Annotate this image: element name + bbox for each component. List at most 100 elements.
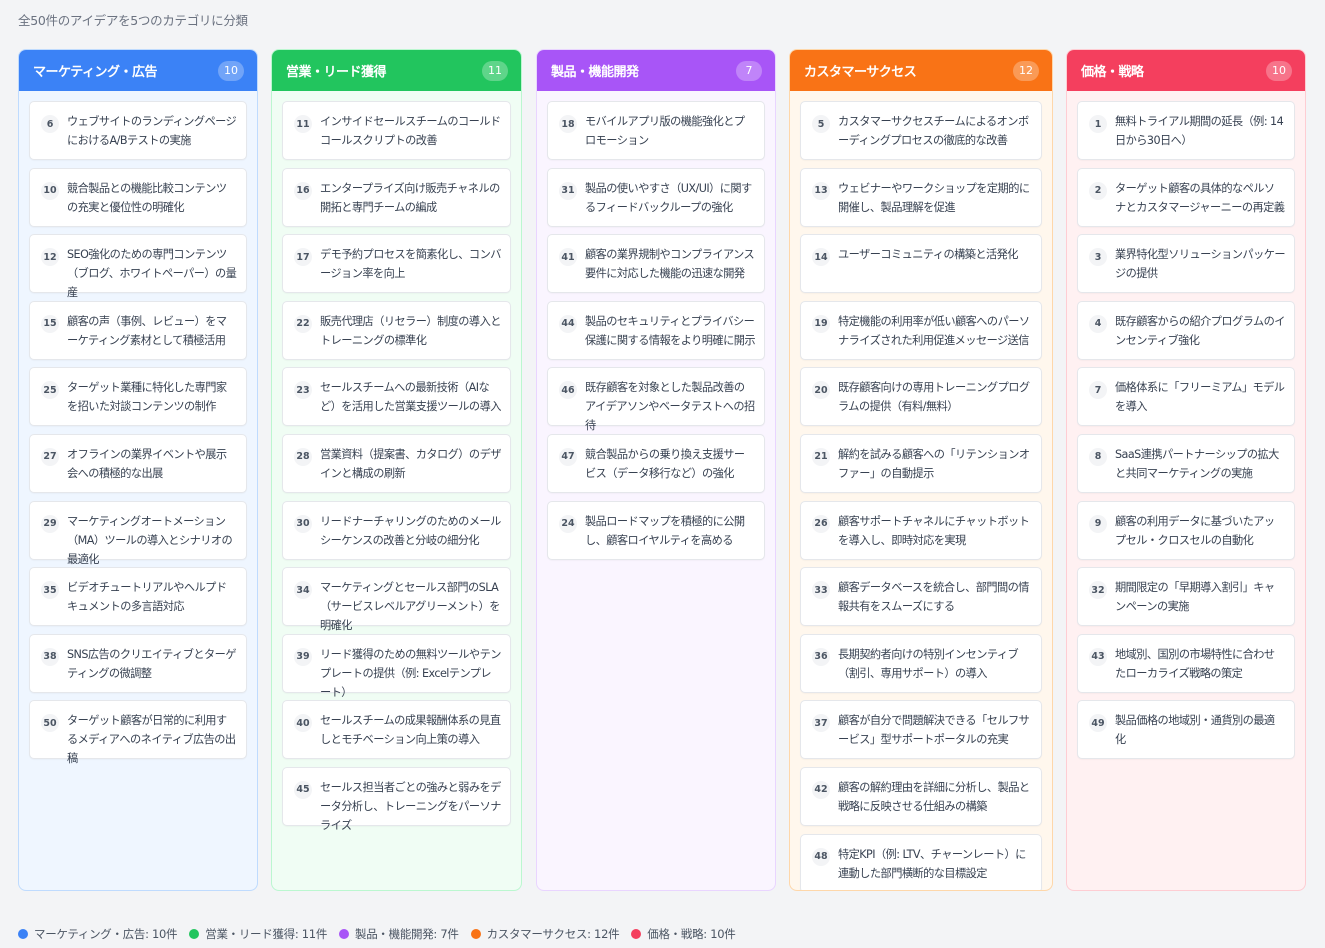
idea-card[interactable]: 19 特定機能の利用率が低い顧客へのパーソナライズされた利用促進メッセージ送信 bbox=[800, 300, 1042, 360]
idea-card[interactable]: 48 特定KPI（例: LTV、チャーンレート）に連動した部門横断的な目標設定 bbox=[800, 833, 1042, 890]
column-count-badge: 10 bbox=[218, 60, 244, 81]
idea-number-badge: 20 bbox=[812, 381, 830, 400]
idea-number-badge: 11 bbox=[294, 115, 312, 133]
idea-number-badge: 32 bbox=[1089, 581, 1107, 600]
idea-card[interactable]: 2 ターゲット顧客の具体的なペルソナとカスタマージャーニーの再定義 bbox=[1077, 167, 1295, 227]
idea-card[interactable]: 44 製品のセキュリティとプライバシー保護に関する情報をより明確に開示 bbox=[547, 300, 765, 360]
column-title: 営業・リード獲得 bbox=[286, 65, 387, 80]
idea-card[interactable]: 34 マーケティングとセールス部門のSLA（サービスレベルアグリーメント）を明確化 bbox=[282, 567, 511, 632]
idea-card[interactable]: 15 顧客の声（事例、レビュー）をマーケティング素材として積極活用 bbox=[29, 300, 247, 360]
column-count-badge: 11 bbox=[482, 60, 508, 81]
idea-card[interactable]: 50 ターゲット顧客が日常的に利用するメディアへのネイティブ広告の出稿 bbox=[29, 700, 247, 765]
column-title: カスタマーサクセス bbox=[804, 65, 917, 80]
idea-card[interactable]: 33 顧客データベースを統合し、部門間の情報共有をスムーズにする bbox=[800, 567, 1042, 627]
idea-card[interactable]: 13 ウェビナーやワークショップを定期的に開催し、製品理解を促進 bbox=[800, 167, 1042, 227]
idea-card[interactable]: 40 セールスチームの成果報酬体系の見直しとモチベーション向上策の導入 bbox=[282, 700, 511, 760]
legend-dot-icon bbox=[470, 929, 481, 939]
idea-card[interactable]: 22 販売代理店（リセラー）制度の導入とトレーニングの標準化 bbox=[282, 300, 511, 360]
idea-card[interactable]: 12 SEO強化のための専門コンテンツ（ブログ、ホワイトペーパー）の量産 bbox=[29, 234, 247, 299]
idea-card[interactable]: 35 ビデオチュートリアルやヘルプドキュメントの多言語対応 bbox=[29, 567, 247, 627]
idea-card[interactable]: 6 ウェブサイトのランディングページにおけるA/Bテストの実施 bbox=[29, 101, 247, 160]
idea-text: 製品価格の地域別・通貨別の最適化 bbox=[1115, 714, 1275, 747]
idea-card[interactable]: 8 SaaS連携パートナーシップの拡大と共同マーケティングの実施 bbox=[1077, 433, 1295, 493]
idea-card[interactable]: 47 競合製品からの乗り換え支援サービス（データ移行など）の強化 bbox=[547, 433, 765, 493]
idea-text: 製品のセキュリティとプライバシー保護に関する情報をより明確に開示 bbox=[585, 314, 756, 347]
idea-number-badge: 39 bbox=[294, 647, 312, 666]
idea-text: 顧客の利用データに基づいたアップセル・クロスセルの自動化 bbox=[1115, 514, 1275, 547]
column-marketing: マーケティング・広告 10 6 ウェブサイトのランディングページにおけるA/Bテストの… bbox=[18, 49, 258, 891]
idea-card[interactable]: 26 顧客サポートチャネルにチャットボットを導入し、即時対応を実現 bbox=[800, 500, 1042, 560]
idea-card[interactable]: 11 インサイドセールスチームのコールドコールスクリプトの改善 bbox=[282, 101, 511, 160]
idea-number-badge: 17 bbox=[294, 248, 312, 267]
idea-text: モバイルアプリ版の機能強化とプロモーション bbox=[585, 115, 745, 147]
idea-text: リードナーチャリングのためのメールシーケンスの改善と分岐の細分化 bbox=[320, 514, 501, 547]
idea-number-badge: 10 bbox=[41, 181, 59, 200]
idea-card[interactable]: 36 長期契約者向けの特別インセンティブ（割引、専用サポート）の導入 bbox=[800, 633, 1042, 693]
idea-number-badge: 43 bbox=[1089, 647, 1107, 666]
idea-card[interactable]: 38 SNS広告のクリエイティブとターゲティングの微調整 bbox=[29, 633, 247, 693]
idea-card[interactable]: 27 オフラインの業界イベントや展示会への積極的な出展 bbox=[29, 433, 247, 493]
idea-card[interactable]: 21 解約を試みる顧客への「リテンションオファー」の自動提示 bbox=[800, 433, 1042, 493]
legend-label: マーケティング・広告: 10件 bbox=[34, 927, 178, 941]
column-header: カスタマーサクセス 12 bbox=[790, 50, 1052, 91]
idea-card[interactable]: 23 セールスチームへの最新技術（AIなど）を活用した営業支援ツールの導入 bbox=[282, 367, 511, 427]
idea-text: 製品の使いやすさ（UX/UI）に関するフィードバックループの強化 bbox=[585, 181, 752, 214]
column-header: 価格・戦略 10 bbox=[1067, 50, 1305, 91]
kanban-board: マーケティング・広告 10 6 ウェブサイトのランディングページにおけるA/Bテストの… bbox=[18, 49, 1308, 891]
idea-card[interactable]: 46 既存顧客を対象とした製品改善のアイデアソンやベータテストへの招待 bbox=[547, 367, 765, 432]
legend-item: カスタマーサクセス: 12件 bbox=[470, 926, 620, 942]
idea-text: インサイドセールスチームのコールドコールスクリプトの改善 bbox=[320, 115, 501, 147]
idea-card[interactable]: 41 顧客の業界規制やコンプライアンス要件に対応した機能の迅速な開発 bbox=[547, 234, 765, 294]
idea-number-badge: 15 bbox=[41, 314, 59, 333]
idea-card[interactable]: 39 リード獲得のための無料ツールやテンプレートの提供（例: Excelテンプレー… bbox=[282, 633, 511, 699]
idea-card[interactable]: 42 顧客の解約理由を詳細に分析し、製品と戦略に反映させる仕組みの構築 bbox=[800, 766, 1042, 826]
idea-card[interactable]: 14 ユーザーコミュニティの構築と活発化 bbox=[800, 234, 1042, 294]
idea-card[interactable]: 25 ターゲット業種に特化した専門家を招いた対談コンテンツの制作 bbox=[29, 367, 247, 427]
idea-card[interactable]: 28 営業資料（提案書、カタログ）のデザインと構成の刷新 bbox=[282, 433, 511, 493]
idea-number-badge: 46 bbox=[559, 381, 577, 400]
column-sales: 営業・リード獲得 11 11 インサイドセールスチームのコールドコールスクリプトの改善… bbox=[271, 49, 522, 891]
idea-number-badge: 3 bbox=[1089, 248, 1107, 267]
idea-number-badge: 40 bbox=[294, 714, 312, 733]
idea-card[interactable]: 30 リードナーチャリングのためのメールシーケンスの改善と分岐の細分化 bbox=[282, 500, 511, 560]
idea-text: 競合製品からの乗り換え支援サービス（データ移行など）の強化 bbox=[585, 447, 745, 480]
idea-card[interactable]: 5 カスタマーサクセスチームによるオンボーディングプロセスの徹底的な改善 bbox=[800, 101, 1042, 160]
idea-card[interactable]: 31 製品の使いやすさ（UX/UI）に関するフィードバックループの強化 bbox=[547, 167, 765, 227]
idea-text: ユーザーコミュニティの構築と活発化 bbox=[838, 248, 1019, 262]
idea-card[interactable]: 20 既存顧客向けの専用トレーニングプログラムの提供（有料/無料） bbox=[800, 367, 1042, 427]
idea-card[interactable]: 9 顧客の利用データに基づいたアップセル・クロスセルの自動化 bbox=[1077, 500, 1295, 560]
idea-number-badge: 28 bbox=[294, 447, 312, 466]
idea-card[interactable]: 17 デモ予約プロセスを簡素化し、コンバージョン率を向上 bbox=[282, 234, 511, 294]
idea-card[interactable]: 16 エンタープライズ向け販売チャネルの開拓と専門チームの編成 bbox=[282, 167, 511, 227]
idea-number-badge: 37 bbox=[812, 714, 830, 733]
idea-number-badge: 5 bbox=[812, 115, 830, 133]
idea-number-badge: 41 bbox=[559, 248, 577, 267]
idea-number-badge: 13 bbox=[812, 181, 830, 200]
idea-card[interactable]: 29 マーケティングオートメーション（MA）ツールの導入とシナリオの最適化 bbox=[29, 500, 247, 566]
idea-card[interactable]: 37 顧客が自分で問題解決できる「セルフサービス」型サポートポータルの充実 bbox=[800, 700, 1042, 760]
idea-number-badge: 14 bbox=[812, 248, 830, 267]
idea-number-badge: 19 bbox=[812, 314, 830, 333]
idea-card[interactable]: 45 セールス担当者ごとの強みと弱みをデータ分析し、トレーニングをパーソナライズ bbox=[282, 766, 511, 832]
idea-card[interactable]: 18 モバイルアプリ版の機能強化とプロモーション bbox=[547, 101, 765, 160]
idea-card[interactable]: 3 業界特化型ソリューションパッケージの提供 bbox=[1077, 234, 1295, 294]
legend-label: カスタマーサクセス: 12件 bbox=[486, 927, 620, 941]
idea-card[interactable]: 1 無料トライアル期間の延長（例: 14日から30日へ） bbox=[1077, 101, 1295, 160]
idea-card[interactable]: 4 既存顧客からの紹介プログラムのインセンティブ強化 bbox=[1077, 300, 1295, 360]
idea-text: 特定KPI（例: LTV、チャーンレート）に連動した部門横断的な目標設定 bbox=[838, 847, 1026, 880]
idea-card[interactable]: 49 製品価格の地域別・通貨別の最適化 bbox=[1077, 700, 1295, 760]
idea-text: 営業資料（提案書、カタログ）のデザインと構成の刷新 bbox=[320, 447, 501, 480]
idea-text: リード獲得のための無料ツールやテンプレートの提供（例: Excelテンプレート） bbox=[320, 647, 501, 699]
idea-number-badge: 38 bbox=[41, 647, 59, 666]
idea-card[interactable]: 32 期間限定の「早期導入割引」キャンペーンの実施 bbox=[1077, 567, 1295, 627]
idea-number-badge: 50 bbox=[41, 714, 59, 733]
idea-card[interactable]: 24 製品ロードマップを積極的に公開し、顧客ロイヤルティを高める bbox=[547, 500, 765, 560]
idea-text: 販売代理店（リセラー）制度の導入とトレーニングの標準化 bbox=[320, 314, 501, 347]
legend-dot-icon bbox=[631, 929, 642, 939]
idea-card[interactable]: 7 価格体系に「フリーミアム」モデルを導入 bbox=[1077, 367, 1295, 427]
idea-text: ウェビナーやワークショップを定期的に開催し、製品理解を促進 bbox=[838, 181, 1030, 214]
idea-text: 顧客の解約理由を詳細に分析し、製品と戦略に反映させる仕組みの構築 bbox=[838, 780, 1030, 813]
idea-card[interactable]: 43 地域別、国別の市場特性に合わせたローカライズ戦略の策定 bbox=[1077, 633, 1295, 693]
idea-text: エンタープライズ向け販売チャネルの開拓と専門チームの編成 bbox=[320, 181, 500, 214]
idea-card[interactable]: 10 競合製品との機能比較コンテンツの充実と優位性の明確化 bbox=[29, 167, 247, 227]
